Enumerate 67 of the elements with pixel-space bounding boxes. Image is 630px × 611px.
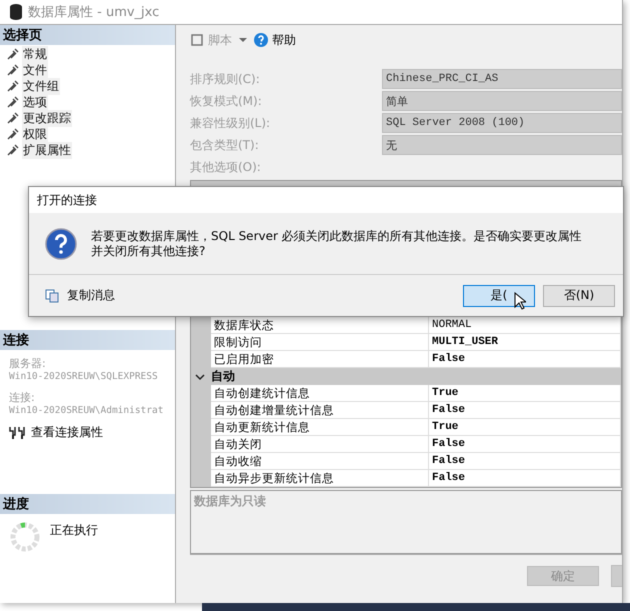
property-label: 包含类型(T): [190, 136, 260, 154]
property-label: 排序规则(C): [190, 70, 261, 88]
script-icon [190, 33, 204, 47]
property-value-field: 无 [382, 135, 622, 155]
row-header-cell[interactable] [191, 470, 211, 487]
property-value-field: 简单 [382, 91, 622, 111]
help-icon [254, 33, 268, 47]
connection-name: Win10-2020SREUW\Administrat [9, 405, 164, 416]
property-name-cell: 自动异步更新统计信息 [211, 470, 429, 487]
wrench-icon [7, 96, 19, 108]
page-item[interactable]: 文件组 [22, 78, 60, 94]
wrench-icon [7, 112, 19, 124]
wrench-icon [7, 64, 19, 76]
connection-label: 连接: [9, 390, 36, 405]
property-value-cell[interactable]: False [429, 436, 621, 453]
property-value-field: SQL Server 2008 (100) [382, 113, 622, 133]
property-name-cell: 自动更新统计信息 [211, 419, 429, 436]
cut-off-button[interactable] [611, 565, 622, 587]
dialog-title: 打开的连接 [37, 192, 97, 208]
section-header: 选择页 [0, 25, 175, 45]
property-name-cell: 自动关闭 [211, 436, 429, 453]
property-name-cell: 自动收缩 [211, 453, 429, 470]
property-value-cell[interactable]: False [429, 470, 621, 487]
plug-icon [9, 426, 25, 438]
property-value-cell[interactable]: False [429, 402, 621, 419]
property-name-cell: 自动创建增量统计信息 [211, 402, 429, 419]
database-icon [10, 4, 22, 20]
dialog-button[interactable]: 是( [463, 284, 535, 306]
property-label: 恢复模式(M): [190, 92, 263, 110]
page-item[interactable]: 扩展属性 [22, 142, 72, 158]
property-label: 兼容性级别(L): [190, 114, 272, 132]
property-value-cell[interactable]: True [429, 385, 621, 402]
server-name: Win10-2020SREUW\SQLEXPRESS [9, 371, 159, 382]
dialog-button[interactable]: 否(N) [543, 284, 615, 306]
wrench-icon [7, 128, 19, 140]
wrench-icon [7, 48, 19, 60]
property-value-cell[interactable]: MULTI_USER [429, 334, 621, 351]
category-name: 自动 [211, 368, 235, 385]
spinner-icon [10, 522, 40, 552]
page-item[interactable]: 文件 [22, 62, 48, 78]
row-header-cell[interactable] [191, 317, 211, 334]
view-connection-link[interactable]: 查看连接属性 [31, 424, 103, 441]
progress-status: 正在执行 [50, 522, 98, 539]
page-item[interactable]: 常规 [22, 46, 48, 62]
property-value-cell[interactable]: True [429, 419, 621, 436]
wrench-icon [7, 144, 19, 156]
description-text: 数据库为只读 [194, 494, 266, 508]
property-value-cell[interactable]: False [429, 453, 621, 470]
dialog-message: 若要更改数据库属性，SQL Server 必须关闭此数据库的所有其他连接。是否确实要更改属性并关闭所有其他连接? [91, 228, 583, 258]
wrench-icon [7, 80, 19, 92]
section-header: 连接 [0, 330, 175, 350]
section-header: 进度 [0, 494, 175, 514]
mouse-cursor-icon [514, 292, 526, 310]
page-item[interactable]: 权限 [22, 126, 48, 142]
server-label: 服务器: [9, 356, 47, 371]
help-button[interactable]: 帮助 [272, 32, 296, 48]
options-label: 其他选项(O): [190, 159, 262, 176]
copy-message-link[interactable]: 复制消息 [67, 287, 115, 304]
property-value-field: Chinese_PRC_CI_AS [382, 69, 622, 89]
copy-icon [45, 288, 59, 302]
question-icon [45, 228, 77, 260]
property-name-cell: 限制访问 [211, 334, 429, 351]
collapse-chevron-icon[interactable] [195, 372, 205, 380]
page-item[interactable]: 选项 [22, 94, 48, 110]
page-item[interactable]: 更改跟踪 [22, 110, 72, 126]
window-title: 数据库属性 - umv_jxc [28, 4, 160, 21]
property-name-cell: 自动创建统计信息 [211, 385, 429, 402]
